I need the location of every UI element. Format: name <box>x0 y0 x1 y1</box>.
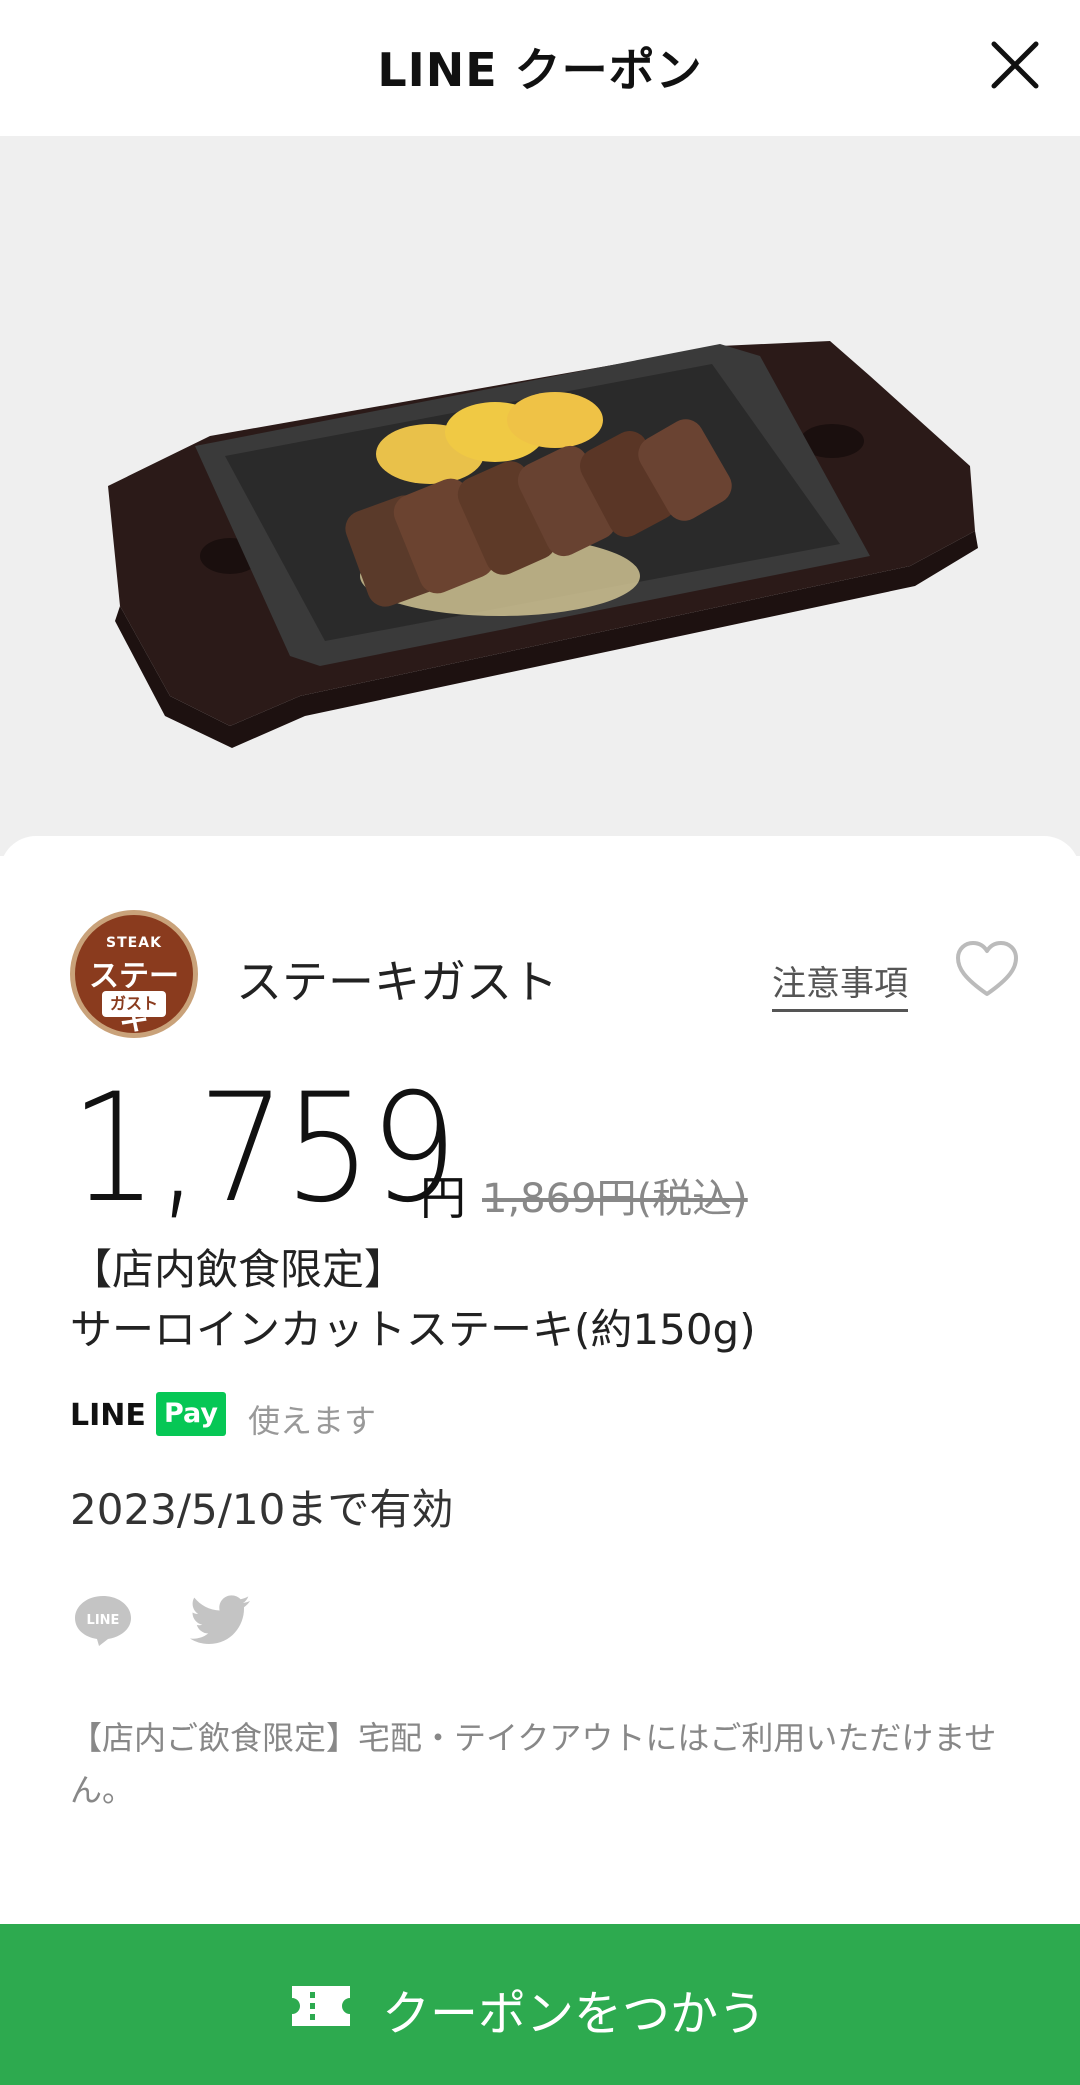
brand-name: ステーキガスト <box>236 955 558 1009</box>
page-title: LINE クーポン <box>377 43 703 97</box>
line-share-icon[interactable]: LINE <box>72 1592 134 1648</box>
coupon-detail-panel: STEAK ステーキ ガスト ステーキガスト 注意事項 1,759 円 1,86… <box>0 836 1080 2085</box>
coupon-title: 【店内飲食限定】 サーロインカットステーキ(約150g) <box>70 1240 1020 1360</box>
ticket-icon <box>292 1986 350 2026</box>
validity-date: 2023/5/10まで有効 <box>70 1485 454 1534</box>
logo-text-sub: ガスト <box>102 991 166 1017</box>
line-pay-logo-text: LINE <box>70 1398 146 1433</box>
coupon-product-image <box>0 136 1080 856</box>
notice-link[interactable]: 注意事項 <box>772 956 908 1012</box>
brand-row: STEAK ステーキ ガスト ステーキガスト 注意事項 <box>70 910 1020 1040</box>
heart-icon[interactable] <box>954 938 1020 1004</box>
price-row: 1,759 円 1,869円(税込) <box>70 1062 1010 1236</box>
use-coupon-button[interactable]: クーポンをつかう <box>0 1924 1080 2085</box>
use-coupon-label: クーポンをつかう <box>382 1986 767 2042</box>
app-header: LINE クーポン <box>0 0 1080 136</box>
price-currency: 円 <box>420 1171 466 1225</box>
svg-text:LINE: LINE <box>87 1613 120 1628</box>
logo-text-steak: STEAK <box>106 935 162 951</box>
close-icon[interactable] <box>978 28 1052 102</box>
twitter-share-icon[interactable] <box>188 1592 252 1648</box>
brand-logo: STEAK ステーキ ガスト <box>70 910 198 1038</box>
coupon-title-line1: 【店内飲食限定】 <box>70 1245 407 1294</box>
line-pay-status: 使えます <box>248 1402 377 1440</box>
coupon-title-line2: サーロインカットステーキ(約150g) <box>70 1305 756 1354</box>
coupon-note: 【店内ご飲食限定】宅配・テイクアウトにはご利用いただけません。 <box>70 1719 997 1809</box>
discount-price: 1,759 <box>70 1062 458 1236</box>
steak-plate-image <box>108 341 978 748</box>
line-pay-badge: Pay <box>156 1392 226 1436</box>
original-price: 1,869円(税込) <box>482 1176 748 1222</box>
